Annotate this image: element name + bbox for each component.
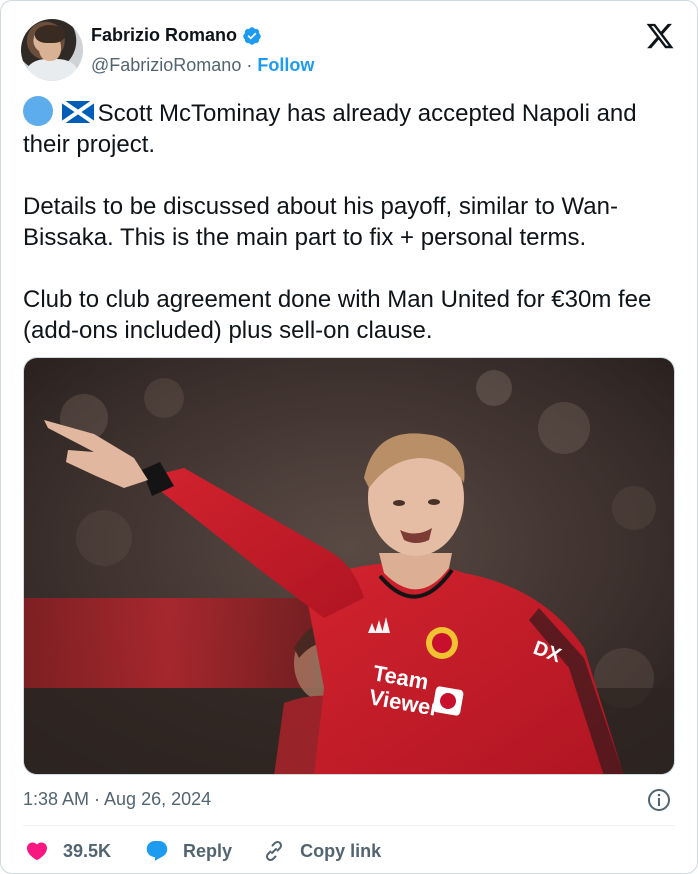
tweet-paragraph-1: Scott McTominay has already accepted Nap…: [23, 96, 673, 160]
action-bar: 39.5K Reply Copy link: [25, 839, 381, 863]
club-crest: [426, 627, 458, 659]
avatar-hair: [35, 25, 65, 43]
tweet-timestamp[interactable]: 1:38 AM · Aug 26, 2024: [23, 789, 211, 810]
avatar[interactable]: [21, 19, 83, 81]
link-icon: [266, 840, 283, 862]
tweet-header: Fabrizio Romano @FabrizioRomano · Follow: [21, 19, 681, 81]
author-name[interactable]: Fabrizio Romano: [91, 25, 237, 46]
verified-badge-icon: [243, 26, 261, 45]
speech-bubble-icon: [146, 841, 168, 861]
copy-link-button[interactable]: Copy link: [262, 839, 381, 863]
tweet-text: Scott McTominay has already accepted Nap…: [23, 96, 673, 346]
follow-button[interactable]: Follow: [257, 55, 314, 76]
blue-circle-emoji: [23, 96, 53, 126]
like-count: 39.5K: [63, 840, 112, 861]
photo-scotland-player-pointing: Team Viewer DX: [24, 358, 674, 774]
tweet-embed-card: Fabrizio Romano @FabrizioRomano · Follow…: [0, 0, 698, 874]
reply-button[interactable]: Reply: [145, 839, 262, 863]
heart-icon: [26, 842, 48, 861]
tweet-paragraph-3: Club to club agreement done with Man Uni…: [23, 286, 652, 344]
tweet-photo[interactable]: Team Viewer DX: [23, 357, 675, 775]
avatar-shirt: [27, 59, 77, 81]
advertising-board: [24, 598, 314, 688]
scotland-flag-emoji: [61, 101, 94, 123]
copy-link-label: Copy link: [300, 840, 382, 861]
separator-dot: ·: [246, 55, 253, 75]
handle-row: @FabrizioRomano · Follow: [91, 55, 314, 76]
tweet-paragraph-2: Details to be discussed about his payoff…: [23, 193, 618, 251]
author-handle[interactable]: @FabrizioRomano: [91, 55, 241, 76]
info-icon[interactable]: [647, 788, 671, 812]
divider: [23, 825, 675, 826]
tweet-line-1: Scott McTominay has already accepted Nap…: [23, 100, 637, 158]
author-name-row: Fabrizio Romano: [91, 25, 262, 46]
x-logo-icon[interactable]: [645, 21, 675, 51]
like-button[interactable]: 39.5K: [25, 839, 145, 863]
reply-label: Reply: [183, 840, 233, 861]
